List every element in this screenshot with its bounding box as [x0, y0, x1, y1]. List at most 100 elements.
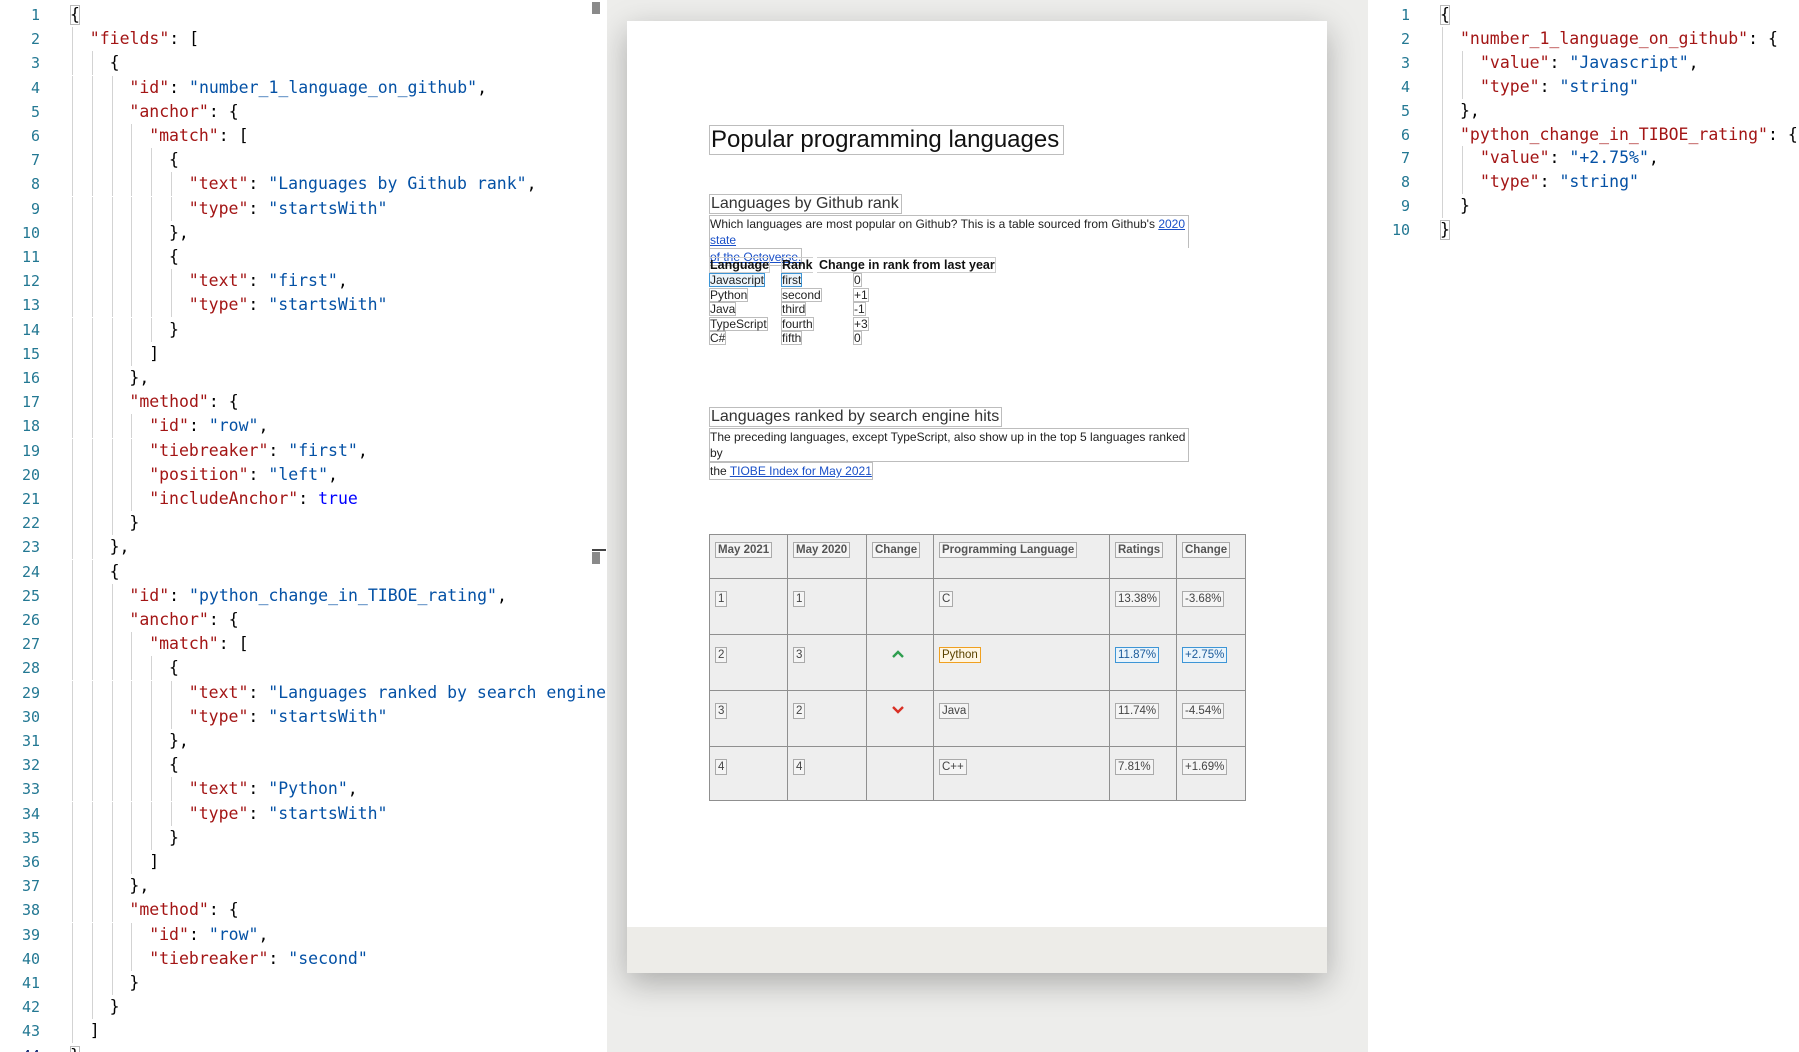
code-line[interactable]: 22}	[0, 511, 607, 536]
code-line[interactable]: 2 "number_1_language_on_github": {	[1368, 26, 1799, 51]
code-line[interactable]: 44}	[0, 1044, 607, 1052]
vertical-scrollbar[interactable]	[590, 0, 606, 1052]
code-line[interactable]: 15]	[0, 341, 607, 366]
tiobe-link[interactable]: TIOBE Index for May 2021	[730, 464, 872, 478]
indent-guide	[1442, 98, 1443, 123]
code-line[interactable]: 16},	[0, 366, 607, 390]
code-line[interactable]: 42}	[0, 995, 607, 1020]
code-line[interactable]: 9 "type": "startsWith"	[0, 196, 607, 221]
code-line[interactable]: 8 "text": "Languages by Github rank",	[0, 172, 607, 197]
code-line[interactable]: 4 "type": "string"	[1368, 74, 1799, 99]
json-punctuation: :	[169, 585, 190, 605]
code-line[interactable]: 1{	[0, 3, 607, 27]
code-line[interactable]: 21 "includeAnchor": true	[0, 487, 607, 511]
code-line[interactable]: 26 "anchor": {	[0, 608, 607, 632]
code-line[interactable]: 41}	[0, 971, 607, 995]
json-punctuation: {	[109, 53, 120, 73]
code-line[interactable]: 38 "method": {	[0, 898, 607, 923]
code-line[interactable]: 13 "type": "startsWith"	[0, 293, 607, 318]
indent-guide	[1462, 146, 1463, 171]
code-line[interactable]: 7{	[0, 148, 607, 173]
indent-guide	[151, 148, 153, 173]
document-preview-pane[interactable]: Popular programming languages Languages …	[607, 0, 1368, 1052]
code-line[interactable]: 12 "text": "first",	[0, 269, 607, 294]
code-line[interactable]: 35}	[0, 825, 607, 850]
code-line[interactable]: 4 "id": "number_1_language_on_github",	[0, 75, 607, 100]
code-line[interactable]: 30 "type": "startsWith"	[0, 704, 607, 729]
left-json-editor[interactable]: 1{2 "fields": [3{4 "id": "number_1_languag…	[0, 0, 608, 1052]
code-line[interactable]: 5 "anchor": {	[0, 99, 607, 124]
line-number: 16	[21, 369, 40, 387]
code-line[interactable]: 40 "tiebreaker": "second"	[0, 946, 607, 971]
code-line[interactable]: 3{	[0, 51, 607, 76]
indent-guide	[131, 245, 133, 269]
code-line[interactable]: 43]	[0, 1019, 607, 1044]
code-line[interactable]: 2 "fields": [	[0, 27, 607, 52]
code-line[interactable]: 37},	[0, 874, 607, 899]
indent-guide	[131, 850, 133, 874]
indent-guide	[72, 172, 73, 197]
json-key: "text"	[188, 174, 249, 194]
paragraph-line: The preceding languages, except TypeScri…	[709, 428, 1189, 462]
json-key: "type"	[188, 295, 249, 315]
code-line[interactable]: 18 "id": "row",	[0, 414, 607, 439]
json-string: "startsWith"	[268, 803, 388, 823]
code-line[interactable]: 31},	[0, 729, 607, 753]
code-line[interactable]: 32 {	[0, 753, 607, 778]
indent-guide	[91, 462, 93, 487]
code-line[interactable]: 24 {	[0, 559, 607, 584]
code-line[interactable]: 39 "id": "row",	[0, 922, 607, 947]
code-line[interactable]: 17 "method": {	[0, 390, 607, 415]
code-line[interactable]: 34 "type": "startsWith"	[0, 801, 607, 826]
code-text: }	[129, 511, 139, 535]
indent-guide	[111, 608, 113, 632]
code-line[interactable]: 28 {	[0, 656, 607, 681]
code-line[interactable]: 27 "match": [	[0, 632, 607, 657]
code-line[interactable]: 6 "python_change_in_TIBOE_rating": {	[1368, 122, 1799, 147]
code-line[interactable]: 20 "position": "left",	[0, 462, 607, 487]
code-line[interactable]: 25 "id": "python_change_in_TIBOE_rating",	[0, 583, 607, 608]
tiobe-cell-label: 4	[715, 759, 728, 775]
code-line[interactable]: 5},	[1368, 98, 1799, 123]
json-punctuation: },	[129, 876, 150, 896]
line-number: 33	[21, 780, 40, 799]
line-number: 19	[21, 441, 40, 460]
tiobe-header-cell: Ratings	[1110, 535, 1177, 579]
code-line[interactable]: 10},	[0, 220, 607, 245]
code-text: },	[110, 535, 130, 559]
line-number: 10	[21, 223, 40, 242]
indent-guide	[111, 729, 113, 753]
code-line[interactable]: 1{	[1368, 3, 1799, 27]
code-line[interactable]: 3 "value": "Javascript",	[1368, 50, 1799, 75]
code-line[interactable]: 14}	[0, 317, 607, 342]
right-json-output-editor[interactable]: 1{2 "number_1_language_on_github": {3 "val…	[1368, 0, 1799, 1052]
json-string: "number_1_language_on_github"	[189, 77, 478, 97]
indent-guide	[72, 559, 73, 584]
code-line[interactable]: 19 "tiebreaker": "first",	[0, 438, 607, 463]
tiobe-cell-label: 3	[715, 703, 728, 719]
json-key: "number_1_language_on_github"	[1460, 28, 1749, 48]
indent-guide	[151, 317, 153, 342]
code-line[interactable]: 7 "value": "+2.75%",	[1368, 146, 1799, 171]
indent-guide	[171, 196, 172, 221]
indent-guide	[91, 874, 93, 899]
indent-guide	[131, 632, 133, 657]
indent-guide	[151, 220, 153, 245]
code-text: "text": "Languages by Github rank",	[189, 172, 537, 196]
code-line[interactable]: 23},	[0, 535, 607, 560]
tiobe-table-cell: +1.69%	[1177, 747, 1246, 801]
indent-guide	[91, 729, 93, 753]
line-number: 2	[1400, 29, 1410, 48]
code-line[interactable]: 36]	[0, 850, 607, 874]
code-line[interactable]: 6 "match": [	[0, 124, 607, 148]
code-line[interactable]: 8 "type": "string"	[1368, 170, 1799, 195]
code-line[interactable]: 10}	[1368, 218, 1799, 242]
code-line[interactable]: 11 {	[0, 245, 607, 269]
json-punctuation: ,	[337, 271, 348, 291]
code-line[interactable]: 29 "text": "Languages ranked by search en…	[0, 680, 607, 705]
code-line[interactable]: 9}	[1368, 194, 1799, 219]
tiobe-header-label: Ratings	[1115, 542, 1164, 558]
indent-guide	[111, 462, 113, 487]
line-number: 14	[21, 320, 40, 339]
code-line[interactable]: 33 "text": "Python",	[0, 777, 607, 802]
